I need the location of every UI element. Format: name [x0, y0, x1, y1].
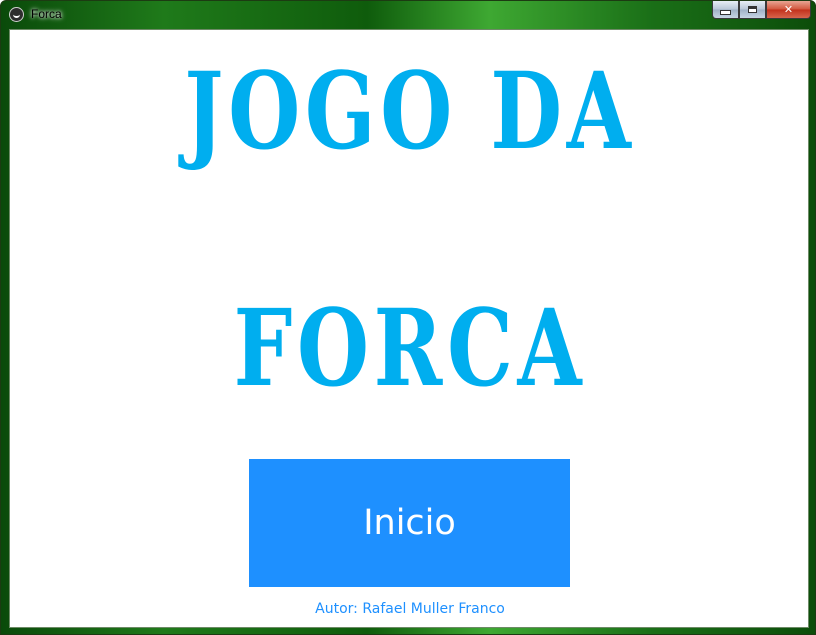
- close-icon: ✕: [783, 3, 794, 16]
- window-controls: ✕: [712, 1, 811, 21]
- start-button-label: Inicio: [363, 503, 456, 543]
- window-title: Forca: [31, 7, 62, 21]
- maximize-icon: [748, 6, 757, 13]
- start-button[interactable]: Inicio: [249, 459, 570, 587]
- minimize-icon: [720, 10, 731, 15]
- game-screen: JOGO DA FORCA Inicio Autor: Rafael Mulle…: [9, 29, 809, 628]
- author-credit: Autor: Rafael Muller Franco: [315, 601, 505, 617]
- game-title-line-1: JOGO DA: [184, 48, 636, 173]
- kivy-icon: [9, 7, 24, 22]
- close-button[interactable]: ✕: [766, 1, 811, 19]
- title-bar[interactable]: Forca ✕: [1, 1, 815, 29]
- game-title-line-2: FORCA: [233, 285, 587, 410]
- maximize-button[interactable]: [739, 1, 766, 19]
- minimize-button[interactable]: [712, 1, 739, 19]
- app-window: Forca ✕ JOGO DA FORCA Inicio Autor: Rafa…: [0, 0, 816, 635]
